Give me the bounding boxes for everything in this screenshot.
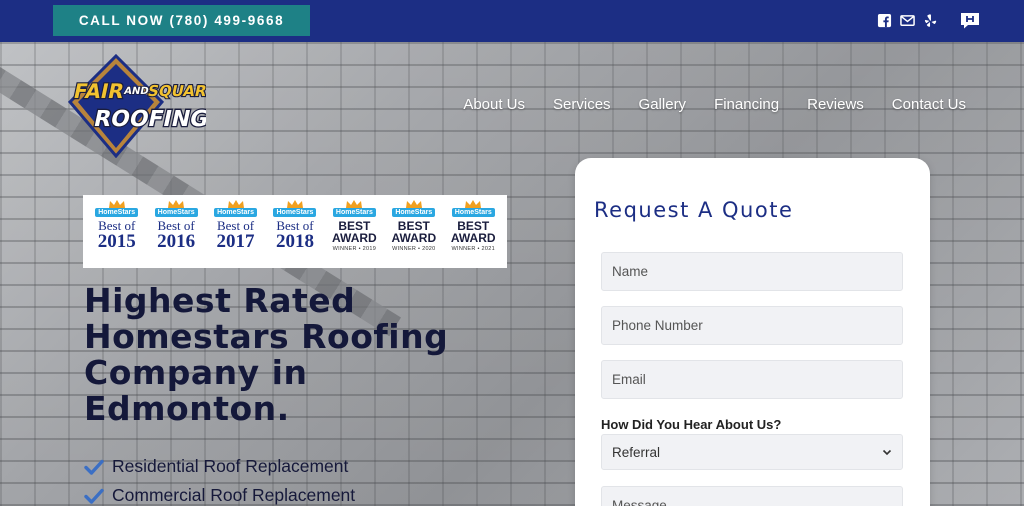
- award-winner-year: WINNER • 2021: [451, 245, 495, 252]
- homestars-tag: HomeStars: [95, 207, 139, 217]
- award-text: BEST AWARD: [391, 218, 437, 245]
- nav-financing[interactable]: Financing: [714, 96, 779, 113]
- list-item: Commercial Roof Replacement: [84, 481, 355, 506]
- nav-gallery[interactable]: Gallery: [639, 96, 687, 113]
- message-input[interactable]: [601, 486, 903, 506]
- top-bar: CALL NOW (780) 499-9668: [0, 0, 1024, 42]
- email-input[interactable]: [601, 360, 903, 399]
- homestars-tag: HomeStars: [154, 207, 198, 217]
- award-text: Best of: [276, 217, 314, 233]
- chevron-down-icon: [882, 449, 892, 456]
- award-winner-year: WINNER • 2019: [332, 245, 377, 252]
- award-year: 2018: [275, 230, 314, 252]
- homestars-tag: HomeStars: [392, 207, 436, 217]
- checkmark-icon: [84, 459, 104, 475]
- logo-text-fair: FAIR: [72, 79, 127, 103]
- name-input[interactable]: [601, 252, 903, 291]
- headline-line: Homestars Roofing: [84, 317, 449, 356]
- nav-services[interactable]: Services: [553, 96, 611, 113]
- headline-line: Company in: [84, 353, 308, 392]
- award-winner-year: WINNER • 2020: [392, 245, 436, 252]
- request-quote-form: Request A Quote How Did You Hear About U…: [575, 158, 930, 506]
- award-year: 2016: [157, 230, 196, 252]
- homestars-icon[interactable]: [960, 12, 980, 29]
- yelp-icon[interactable]: [923, 13, 938, 28]
- facebook-icon[interactable]: [877, 13, 892, 28]
- award-badge: HomeStars Best of 2018: [267, 199, 323, 265]
- logo-text-and: AND: [123, 86, 150, 97]
- email-icon[interactable]: [900, 13, 915, 28]
- award-badge: HomeStars Best of 2015: [89, 199, 145, 265]
- hear-about-us-label: How Did You Hear About Us?: [601, 417, 782, 432]
- checklist-label: Residential Roof Replacement: [112, 456, 349, 476]
- award-year: 2015: [97, 230, 136, 252]
- award-text: Best of: [98, 217, 136, 233]
- award-text: BEST AWARD: [450, 218, 496, 245]
- phone-number-input[interactable]: [601, 306, 903, 345]
- headline-line: Edmonton.: [84, 389, 290, 428]
- logo-text-roofing: ROOFING: [91, 106, 206, 132]
- homestars-tag: HomeStars: [451, 207, 495, 217]
- checklist-label: Commercial Roof Replacement: [112, 485, 356, 505]
- award-badge: HomeStars BEST AWARD WINNER • 2021: [445, 199, 501, 265]
- nav-reviews[interactable]: Reviews: [807, 96, 864, 113]
- homestars-tag: HomeStars: [332, 207, 376, 217]
- social-links: [877, 12, 980, 29]
- fair-and-square-roofing-logo[interactable]: FAIR AND SQUARE ROOFING: [38, 53, 220, 159]
- service-checklist: Residential Roof Replacement Commercial …: [84, 452, 355, 506]
- award-badge: HomeStars Best of 2016: [148, 199, 204, 265]
- homestars-awards-strip: HomeStars Best of 2015 HomeStars Best of…: [83, 195, 507, 268]
- homestars-tag: HomeStars: [273, 207, 317, 217]
- award-text: Best of: [216, 217, 255, 233]
- nav-about-us[interactable]: About Us: [463, 96, 525, 113]
- award-text: Best of: [157, 217, 195, 233]
- call-now-button[interactable]: CALL NOW (780) 499-9668: [53, 5, 310, 36]
- logo-text-square: SQUARE: [146, 82, 206, 100]
- nav-contact-us[interactable]: Contact Us: [892, 96, 966, 113]
- checkmark-icon: [84, 488, 104, 504]
- award-year: 2017: [216, 230, 255, 252]
- list-item: Residential Roof Replacement: [84, 452, 355, 481]
- select-value: Referral: [612, 444, 661, 460]
- quote-form-title: Request A Quote: [594, 198, 794, 222]
- headline-line: Highest Rated: [84, 281, 356, 320]
- award-text: BEST AWARD: [332, 218, 377, 245]
- award-badge: HomeStars BEST AWARD WINNER • 2019: [326, 199, 382, 265]
- homestars-tag: HomeStars: [214, 207, 258, 217]
- award-badge: HomeStars Best of 2017: [208, 199, 264, 265]
- hear-about-us-select[interactable]: Referral: [601, 434, 903, 470]
- award-badge: HomeStars BEST AWARD WINNER • 2020: [386, 199, 442, 265]
- main-nav: About Us Services Gallery Financing Revi…: [463, 96, 966, 113]
- hero-headline: Highest Rated Homestars Roofing Company …: [84, 283, 524, 427]
